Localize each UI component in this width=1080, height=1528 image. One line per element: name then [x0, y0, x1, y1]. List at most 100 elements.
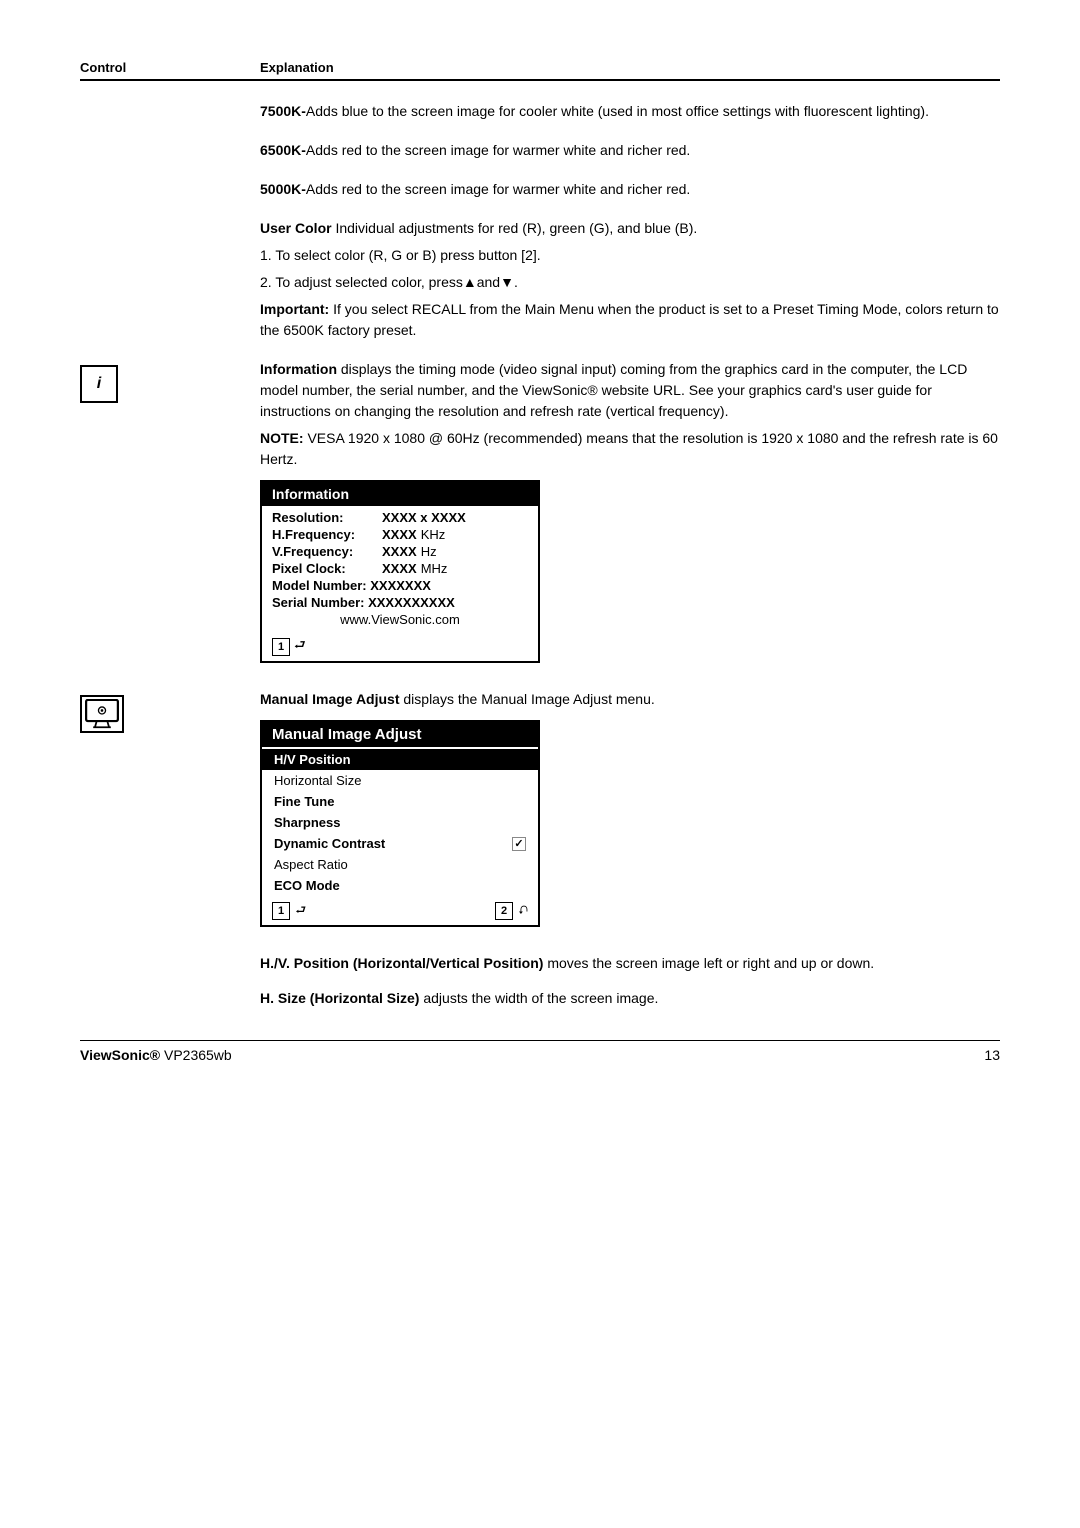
explanation-mia: Manual Image Adjust displays the Manual …: [260, 689, 1000, 935]
info-box-body: Resolution: XXXX x XXXX H.Frequency: XXX…: [262, 506, 538, 633]
down-arrow: ▼: [500, 274, 514, 290]
mia-item-finetune: Fine Tune: [262, 791, 538, 812]
row-hvposition: H./V. Position (Horizontal/Vertical Posi…: [80, 953, 1000, 974]
text-hvposition-body: moves the screen image left or right and…: [547, 955, 874, 971]
mia-footer-icon2: ⮏: [518, 903, 528, 917]
info-row-vfreq: V.Frequency: XXXX Hz: [272, 544, 528, 559]
info-row-pixel: Pixel Clock: XXXX MHz: [272, 561, 528, 576]
footer-icon-exit: ⮐: [294, 636, 306, 658]
mia-item-sharpness: Sharpness: [262, 812, 538, 833]
arrow-icons: ▲: [463, 274, 477, 290]
page-footer: ViewSonic® VP2365wb 13: [80, 1040, 1000, 1063]
header-control: Control: [80, 60, 260, 75]
explanation-info: Information displays the timing mode (vi…: [260, 359, 1000, 671]
vfreq-label: V.Frequency:: [272, 544, 382, 559]
label-information: Information: [260, 361, 341, 377]
mia-item-aspectratio: Aspect Ratio: [262, 854, 538, 875]
row-5000k: 5000K-Adds red to the screen image for w…: [80, 179, 1000, 200]
text-mia: Manual Image Adjust displays the Manual …: [260, 689, 1000, 710]
explanation-user-color: User Color Individual adjustments for re…: [260, 218, 1000, 341]
row-7500k: 7500K-Adds blue to the screen image for …: [80, 101, 1000, 122]
text-hsize-body: adjusts the width of the screen image.: [423, 990, 658, 1006]
row-information: i Information displays the timing mode (…: [80, 359, 1000, 671]
footer-page-number: 13: [984, 1047, 1000, 1063]
text-6500k-body: Adds red to the screen image for warmer …: [306, 142, 690, 158]
control-col-bottom2: [80, 988, 260, 990]
resolution-label: Resolution:: [272, 510, 382, 525]
text-7500k: 7500K-Adds blue to the screen image for …: [260, 101, 1000, 122]
resolution-value: XXXX x XXXX: [382, 510, 466, 525]
label-hvposition: H./V. Position (Horizontal/Vertical Posi…: [260, 955, 547, 971]
footer-brand-model: ViewSonic® VP2365wb: [80, 1047, 232, 1063]
info-icon: i: [97, 375, 101, 393]
row-user-color: User Color Individual adjustments for re…: [80, 218, 1000, 341]
step2-prefix: 2. To adjust selected color, press: [260, 274, 463, 290]
label-6500k: 6500K-: [260, 142, 306, 158]
text-user-color-important: Important: If you select RECALL from the…: [260, 299, 1000, 341]
row-mia: Manual Image Adjust displays the Manual …: [80, 689, 1000, 935]
text-information-body: displays the timing mode (video signal i…: [260, 361, 967, 419]
dyncontrast-label: Dynamic Contrast: [274, 836, 385, 851]
mia-body: H/V Position Horizontal Size Fine Tune S…: [262, 747, 538, 898]
info-serial: Serial Number: XXXXXXXXXX: [272, 595, 528, 610]
info-icon-box: i: [80, 365, 118, 403]
text-user-color-1: User Color Individual adjustments for re…: [260, 218, 1000, 239]
explanation-hsize: H. Size (Horizontal Size) adjusts the wi…: [260, 988, 1000, 1009]
note-text: VESA 1920 x 1080 @ 60Hz (recommended) me…: [260, 430, 998, 467]
row-6500k: 6500K-Adds red to the screen image for w…: [80, 140, 1000, 161]
label-7500k: 7500K-: [260, 103, 306, 119]
row-hsize: H. Size (Horizontal Size) adjusts the wi…: [80, 988, 1000, 1009]
pixel-label: Pixel Clock:: [272, 561, 382, 576]
vfreq-unit: Hz: [421, 544, 437, 559]
text-5000k: 5000K-Adds red to the screen image for w…: [260, 179, 1000, 200]
mia-footer-left: 1 ⮐: [272, 901, 306, 922]
info-url: www.ViewSonic.com: [272, 612, 528, 627]
text-user-color-3: 2. To adjust selected color, press▲and▼.: [260, 272, 1000, 293]
text-7500k-body: Adds blue to the screen image for cooler…: [306, 103, 929, 119]
hfreq-value: XXXX: [382, 527, 417, 542]
text-mia-body: displays the Manual Image Adjust menu.: [403, 691, 654, 707]
control-col-6500k: [80, 140, 260, 142]
control-col-mia: [80, 689, 260, 733]
period: .: [514, 274, 518, 290]
vfreq-value: XXXX: [382, 544, 417, 559]
mia-title: Manual Image Adjust: [262, 722, 538, 747]
info-box-title: Information: [262, 482, 538, 506]
explanation-6500k: 6500K-Adds red to the screen image for w…: [260, 140, 1000, 161]
control-col-info: i: [80, 359, 260, 403]
info-footer: 1 ⮐: [262, 633, 538, 661]
bottom-section: H./V. Position (Horizontal/Vertical Posi…: [80, 953, 1000, 1009]
mia-item-hsize: Horizontal Size: [262, 770, 538, 791]
important-text: If you select RECALL from the Main Menu …: [260, 301, 999, 338]
hfreq-unit: KHz: [421, 527, 446, 542]
control-col-bottom1: [80, 953, 260, 955]
note-label: NOTE:: [260, 430, 307, 446]
header-explanation: Explanation: [260, 60, 334, 75]
control-col-5000k: [80, 179, 260, 181]
explanation-7500k: 7500K-Adds blue to the screen image for …: [260, 101, 1000, 122]
table-header: Control Explanation: [80, 60, 1000, 81]
information-box: Information Resolution: XXXX x XXXX H.Fr…: [260, 480, 540, 663]
label-user-color: User Color: [260, 220, 335, 236]
pixel-value: XXXX: [382, 561, 417, 576]
text-5000k-body: Adds red to the screen image for warmer …: [306, 181, 690, 197]
pixel-unit: MHz: [421, 561, 448, 576]
page: Control Explanation 7500K-Adds blue to t…: [0, 0, 1080, 1103]
mia-footer: 1 ⮐ 2 ⮏: [262, 898, 538, 925]
mia-badge-1: 1: [272, 902, 290, 920]
mia-badge-2: 2: [495, 902, 513, 920]
footer-model: VP2365wb: [164, 1047, 232, 1063]
text-user-color-2: 1. To select color (R, G or B) press but…: [260, 245, 1000, 266]
mia-item-dyncontrast: Dynamic Contrast ✓: [262, 833, 538, 854]
important-label: Important:: [260, 301, 333, 317]
control-col-user-color: [80, 218, 260, 220]
mia-footer-icon1: ⮐: [295, 903, 306, 917]
mia-icon-box: [80, 695, 124, 733]
footer-brand: ViewSonic®: [80, 1047, 160, 1063]
mia-item-hvposition: H/V Position: [262, 749, 538, 770]
info-row-resolution: Resolution: XXXX x XXXX: [272, 510, 528, 525]
and-text: and: [477, 274, 500, 290]
label-5000k: 5000K-: [260, 181, 306, 197]
explanation-hvposition: H./V. Position (Horizontal/Vertical Posi…: [260, 953, 1000, 974]
checkbox-dyncontrast: ✓: [512, 837, 526, 851]
